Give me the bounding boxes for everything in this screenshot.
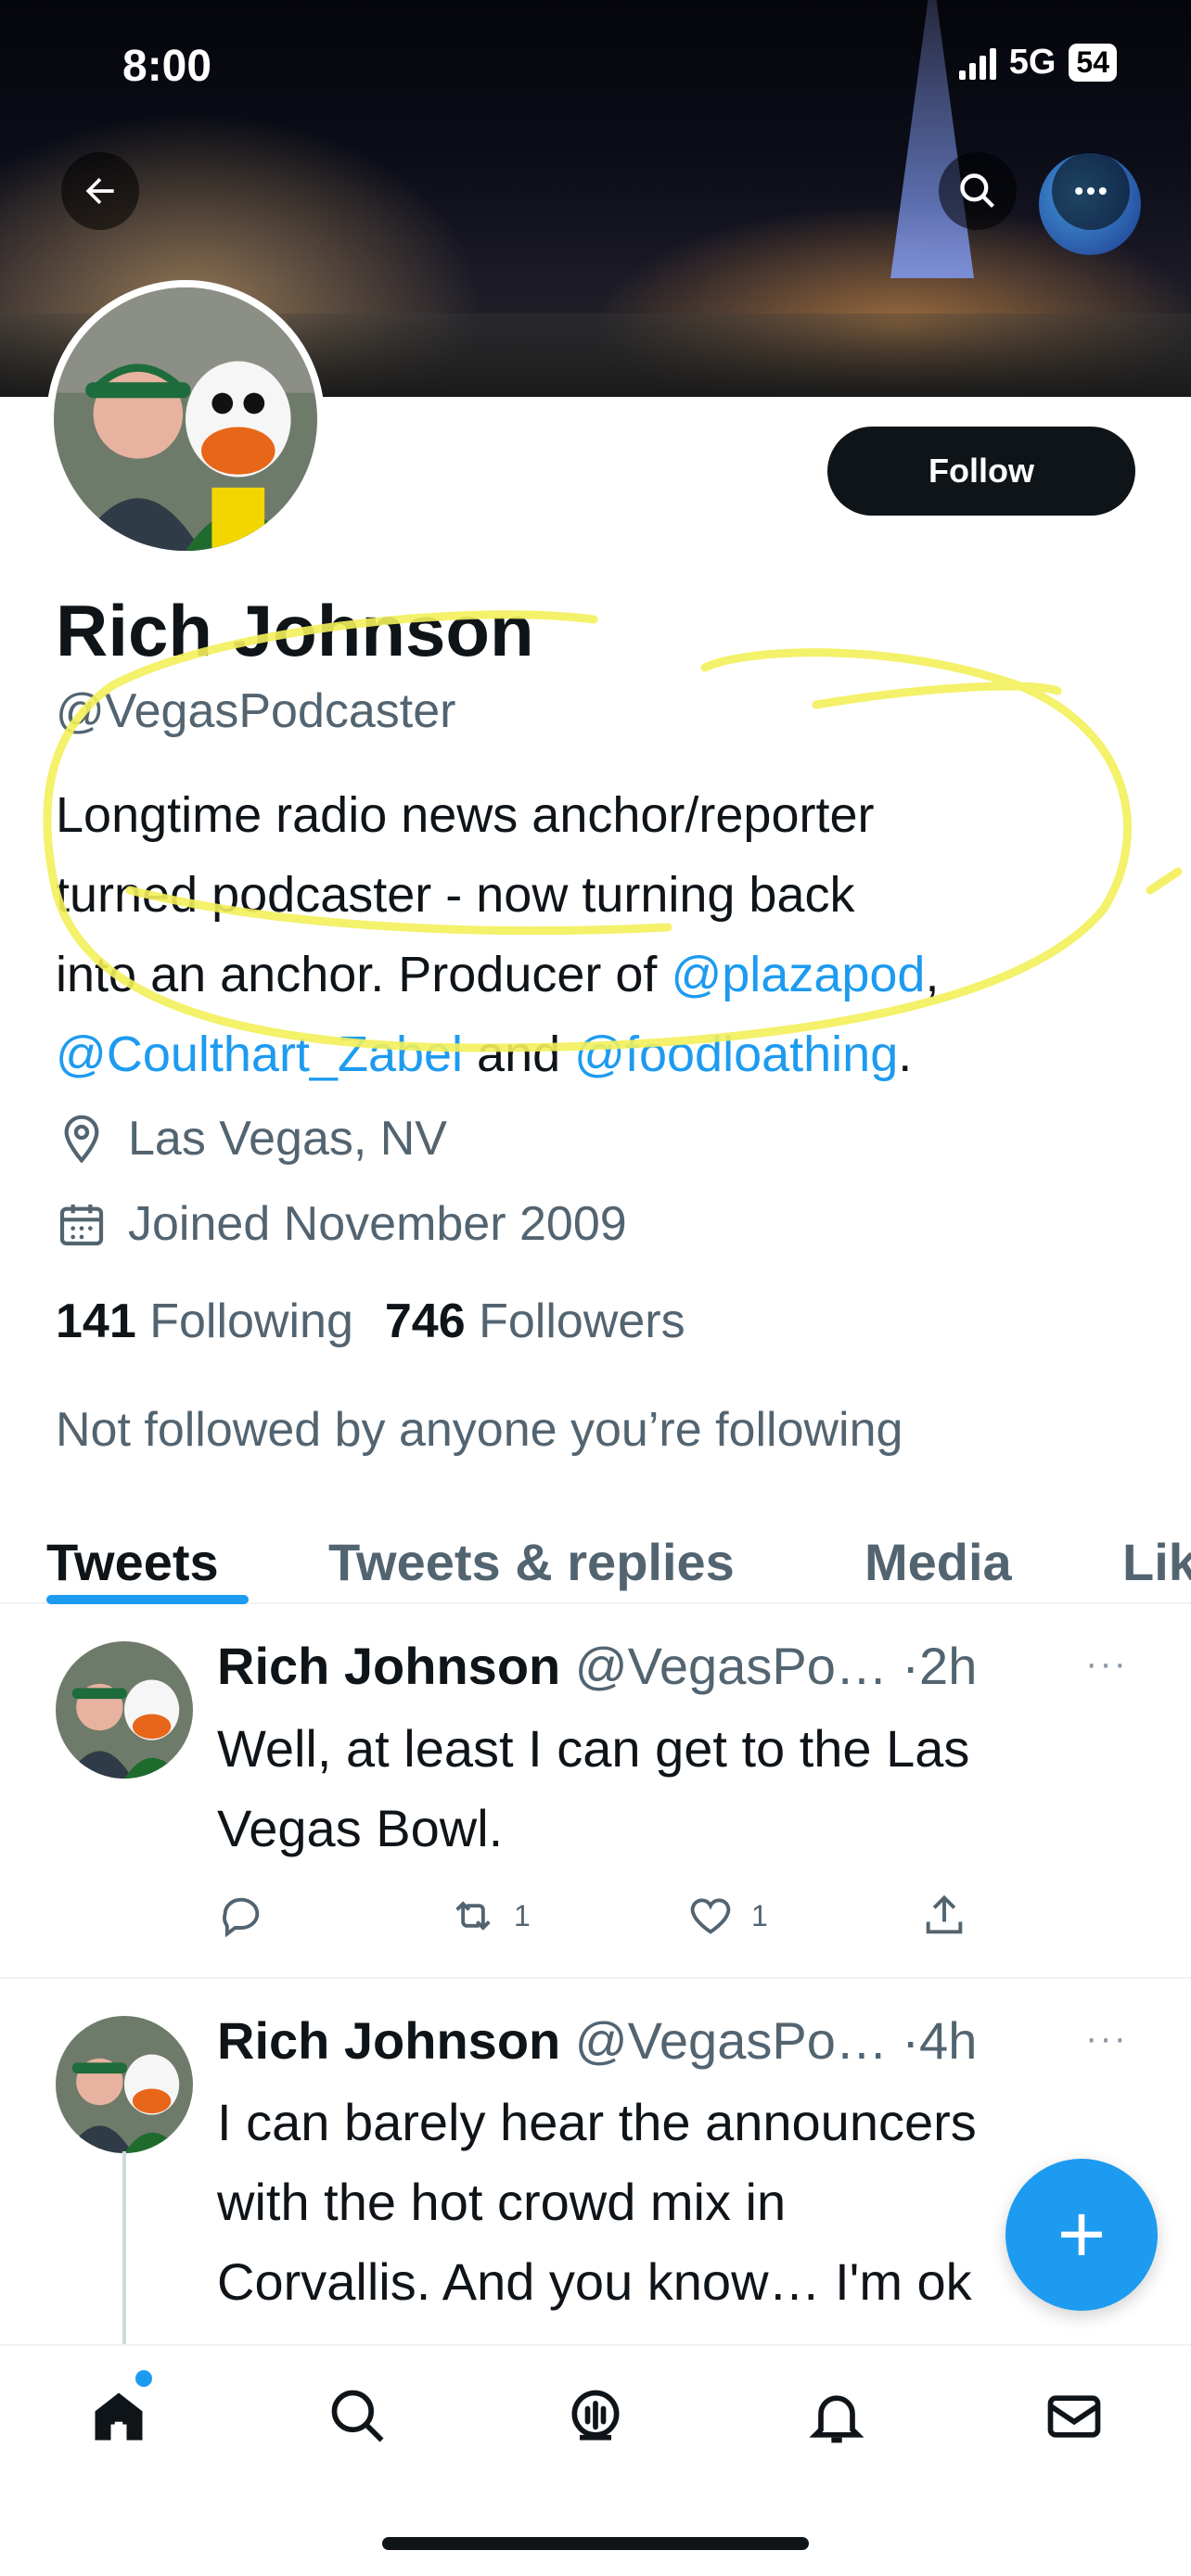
bio-link-plazapod[interactable]: @plazapod <box>671 947 925 1002</box>
bio-text: . <box>898 1027 913 1082</box>
profile-joined: Joined November 2009 <box>56 1196 627 1252</box>
following-count: 141 <box>56 1294 136 1348</box>
follow-counts: 141 Following 746 Followers <box>56 1294 685 1349</box>
like-count: 1 <box>751 1898 768 1932</box>
tweet-time: ·4h <box>902 2011 978 2070</box>
following-link[interactable]: 141 Following <box>56 1294 353 1349</box>
bio-line: @Coulthart_Zabel and @foodloathing. <box>56 1014 1150 1094</box>
profile-tabs: Tweets Tweets & replies Media Likes <box>0 1511 1191 1604</box>
bio-text: , <box>925 947 940 1002</box>
followers-link[interactable]: 746 Followers <box>385 1294 685 1349</box>
nav-home[interactable] <box>82 2379 156 2454</box>
tweet-text-line: Well, at least I can get to the Las <box>217 1719 970 1778</box>
signal-icon <box>958 46 996 80</box>
tweet-avatar[interactable] <box>56 2016 193 2153</box>
profile-handle: @VegasPodcaster <box>56 684 456 738</box>
mail-icon <box>1047 2395 1101 2438</box>
tab-tweets[interactable]: Tweets <box>46 1532 219 1592</box>
bio-line: Longtime radio news anchor/reporter <box>56 787 875 843</box>
tweet-text: I can barely hear the announcers with th… <box>217 2083 1145 2344</box>
tweet-text: Well, at least I can get to the Las Vega… <box>217 1709 1145 1868</box>
nav-spaces[interactable] <box>558 2379 633 2454</box>
nav-search[interactable] <box>321 2379 395 2454</box>
status-indicators: 5G 54 <box>958 43 1117 83</box>
network-label: 5G <box>1008 43 1057 82</box>
tab-media[interactable]: Media <box>864 1532 1012 1592</box>
profile-location: Las Vegas, NV <box>56 1111 447 1167</box>
tweet-more-button[interactable]: ··· <box>1085 1643 1128 1685</box>
tweet-divider <box>0 1977 1191 1979</box>
following-label: Following <box>149 1294 353 1348</box>
tweet-handle: @VegasPo… <box>574 1637 888 1695</box>
bio-line: into an anchor. Producer of @plazapod, <box>56 935 1150 1014</box>
bio-text: and <box>463 1027 575 1082</box>
more-icon <box>1075 186 1107 196</box>
tweet-handle: @VegasPo… <box>574 2011 888 2070</box>
calendar-icon <box>59 1205 104 1246</box>
tweet-text-line: I can barely hear the announcers <box>217 2093 977 2151</box>
tweet-header: Rich Johnson @VegasPo… ·2h <box>217 1636 977 1696</box>
status-time: 8:00 <box>122 42 212 91</box>
location-pin-icon <box>64 1115 99 1164</box>
search-icon <box>960 173 995 209</box>
nav-notifications[interactable] <box>800 2379 874 2454</box>
retweet-count: 1 <box>514 1898 531 1932</box>
bio-text: into an anchor. Producer of <box>56 947 672 1002</box>
thread-line <box>122 2151 126 2346</box>
share-icon <box>926 1894 963 1934</box>
tweet-time: ·2h <box>902 1637 978 1695</box>
tweet-text-line: Vegas Bowl. <box>217 1799 504 1857</box>
tweet-author[interactable]: Rich Johnson <box>217 2011 560 2070</box>
bio-line: turned podcaster - now turning back <box>56 867 855 923</box>
spaces-icon <box>571 2390 620 2441</box>
heart-icon <box>690 1898 731 1934</box>
profile-bio: Longtime radio news anchor/reporter turn… <box>56 775 1150 1094</box>
tweet-text-line: Corvallis. And you know… I'm ok <box>217 2252 972 2311</box>
arrow-left-icon <box>85 177 114 205</box>
like-button[interactable]: 1 <box>686 1892 768 1940</box>
location-text: Las Vegas, NV <box>128 1112 447 1166</box>
tab-tweets-replies[interactable]: Tweets & replies <box>328 1532 735 1592</box>
back-button[interactable] <box>61 152 139 230</box>
profile-avatar[interactable] <box>46 280 325 558</box>
retweet-button[interactable]: 1 <box>449 1892 531 1940</box>
tweet-more-button[interactable]: ··· <box>1085 2018 1128 2060</box>
tweet-author[interactable]: Rich Johnson <box>217 1637 560 1695</box>
tab-likes[interactable]: Likes <box>1122 1532 1191 1592</box>
active-tab-indicator <box>46 1595 249 1604</box>
new-content-dot <box>135 2370 152 2387</box>
home-icon <box>95 2392 143 2441</box>
share-button[interactable] <box>920 1892 968 1940</box>
search-button[interactable] <box>939 152 1017 230</box>
not-followed-note: Not followed by anyone you’re following <box>56 1403 903 1457</box>
joined-text: Joined November 2009 <box>128 1197 627 1251</box>
reply-icon <box>223 1897 260 1938</box>
bio-link-foodloathing[interactable]: @foodloathing <box>574 1027 898 1082</box>
retweet-icon <box>455 1901 491 1931</box>
home-indicator <box>382 2537 809 2550</box>
tweet-avatar[interactable] <box>56 1641 193 1779</box>
reply-button[interactable] <box>217 1892 265 1940</box>
profile-name: Rich Johnson <box>56 590 534 671</box>
battery-icon: 54 <box>1069 44 1117 82</box>
bell-icon <box>809 2395 864 2443</box>
more-button[interactable] <box>1052 152 1130 230</box>
follow-button[interactable]: Follow <box>827 427 1135 516</box>
search-icon <box>331 2390 384 2442</box>
tweet-header: Rich Johnson @VegasPo… ·4h <box>217 2010 977 2071</box>
bio-link-coulthart-zabel[interactable]: @Coulthart_Zabel <box>56 1027 463 1082</box>
followers-count: 746 <box>384 1294 466 1348</box>
nav-messages[interactable] <box>1037 2379 1111 2454</box>
compose-tweet-button[interactable]: + <box>1005 2159 1158 2311</box>
followers-label: Followers <box>479 1294 685 1348</box>
